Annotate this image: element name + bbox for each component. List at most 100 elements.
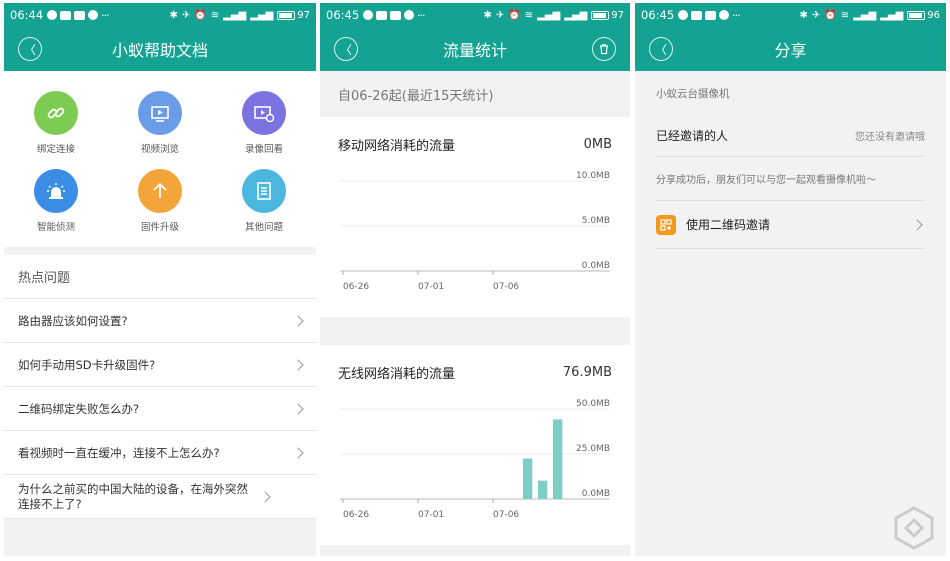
battery-indicator: 97	[591, 10, 624, 21]
x-tick-label: 07-06	[493, 510, 519, 520]
y-tick-label: 10.0MB	[576, 171, 610, 181]
page-title: 小蚁帮助文档	[111, 41, 208, 60]
logo-icon	[894, 506, 934, 550]
image-icon	[390, 10, 402, 20]
alarm-clock-icon: ⏰	[824, 9, 837, 21]
status-bar: 06:45 ··· ✱ ✈ ⏰ ≋ ▂▄▆ ▂▄▆ 96	[635, 3, 946, 27]
battery-icon	[591, 10, 610, 20]
question-item[interactable]: 为什么之前买的中国大陆的设备，在海外突然连接不上了?	[4, 475, 316, 519]
back-button[interactable]: 〈	[18, 37, 42, 61]
section-title: 热点问题	[4, 255, 316, 299]
alarm-icon	[34, 169, 78, 213]
wifi-icon: ≋	[524, 9, 534, 21]
x-tick-label: 07-01	[418, 510, 444, 520]
x-tick-label: 06-26	[343, 282, 369, 292]
chat-icon	[363, 10, 374, 20]
signal-icon: ▂▄▆	[223, 9, 247, 21]
category-upgrade[interactable]: 固件升级	[108, 169, 212, 233]
category-label: 固件升级	[140, 222, 179, 233]
category-alarm[interactable]: 智能侦测	[4, 169, 108, 233]
more-notifications-icon: ···	[732, 8, 740, 22]
question-text: 看视频时一直在缓冲，连接不上怎么办?	[18, 445, 220, 460]
category-label: 录像回看	[244, 144, 283, 155]
upgrade-icon	[138, 169, 182, 213]
qr-invite-button[interactable]: 使用二维码邀请	[656, 201, 925, 249]
message-icon	[691, 10, 703, 20]
back-button[interactable]: 〈	[334, 37, 358, 61]
category-link[interactable]: 绑定连接	[4, 91, 108, 155]
signal-icon: ▂▄▆	[537, 9, 561, 21]
battery-icon	[277, 10, 296, 20]
category-grid: 绑定连接 视频浏览 录像回看智能侦测 固件升级 其他问题	[4, 71, 316, 247]
chevron-left-icon: 〈	[23, 42, 36, 57]
mute-icon: ✈	[811, 9, 821, 21]
category-document[interactable]: 其他问题	[212, 169, 316, 233]
mute-icon: ✈	[181, 9, 191, 21]
app-bar: 〈 流量统计	[320, 27, 630, 71]
chat-icon	[47, 10, 58, 20]
y-tick-label: 5.0MB	[582, 216, 610, 226]
signal-icon: ▂▄▆	[853, 9, 877, 21]
question-item[interactable]: 路由器应该如何设置?	[4, 299, 316, 343]
question-item[interactable]: 如何手动用SD卡升级固件?	[4, 343, 316, 387]
question-text: 路由器应该如何设置?	[18, 313, 128, 328]
app-bar: 〈 分享	[635, 27, 946, 71]
chevron-right-icon	[292, 402, 304, 415]
status-time: 06:45	[641, 8, 675, 22]
battery-indicator: 96	[907, 10, 940, 21]
notification-icon	[404, 10, 415, 20]
status-time: 06:44	[10, 8, 44, 22]
status-bar: 06:45 ··· ✱ ✈ ⏰ ≋ ▂▄▆ ▂▄▆ 97	[320, 3, 630, 27]
signal-icon-2: ▂▄▆	[564, 9, 588, 21]
wifi-icon: ≋	[210, 9, 220, 21]
chevron-right-icon	[292, 314, 304, 327]
y-tick-label: 50.0MB	[576, 399, 610, 409]
page-title: 流量统计	[442, 41, 507, 60]
bar	[523, 458, 533, 499]
status-time: 06:45	[326, 8, 360, 22]
category-playback[interactable]: 录像回看	[212, 91, 316, 155]
mobile-traffic-card: 移动网络消耗的流量 0MB 10.0MB 5.0MB 0.0MB 06-26 07-01…	[320, 117, 630, 317]
chevron-right-icon	[911, 218, 923, 231]
trash-icon	[600, 44, 608, 55]
alarm-clock-icon: ⏰	[508, 9, 521, 21]
x-tick-label: 07-06	[493, 282, 519, 292]
wifi-icon: ≋	[840, 9, 850, 21]
chat-icon	[678, 10, 689, 20]
y-tick-label: 0.0MB	[582, 489, 610, 499]
question-text: 为什么之前买的中国大陆的设备，在海外突然连接不上了?	[18, 481, 248, 511]
playback-icon	[242, 91, 286, 135]
share-hint: 分享成功后，朋友们可以与您一起观看摄像机啦～	[656, 157, 925, 201]
stats-period: 自06-26起(最近15天统计)	[320, 71, 630, 117]
more-notifications-icon: ···	[101, 8, 109, 22]
back-button[interactable]: 〈	[649, 37, 673, 61]
wifi-traffic-chart: 50.0MB 25.0MB 0.0MB 06-26 07-01 07-06	[340, 399, 610, 520]
notification-icon	[719, 10, 730, 20]
delete-button[interactable]	[592, 37, 616, 61]
question-item[interactable]: 看视频时一直在缓冲，连接不上怎么办?	[4, 431, 316, 475]
status-bar: 06:44 ··· ✱ ✈ ⏰ ≋ ▂▄▆ ▂▄▆ 97	[4, 3, 316, 27]
chart-title: 无线网络消耗的流量	[338, 366, 456, 382]
question-text: 二维码绑定失败怎么办?	[18, 401, 140, 416]
alarm-clock-icon: ⏰	[194, 9, 207, 21]
video-icon	[138, 91, 182, 135]
notification-icon	[88, 10, 99, 20]
category-label: 其他问题	[244, 222, 283, 233]
bluetooth-icon: ✱	[169, 9, 178, 21]
chart-total: 76.9MB	[562, 364, 612, 380]
category-label: 智能侦测	[36, 222, 75, 233]
image-icon	[705, 10, 717, 20]
wifi-traffic-card: 无线网络消耗的流量 76.9MB 50.0MB 25.0MB 0.0MB 06-26 0…	[320, 345, 630, 545]
image-icon	[74, 10, 86, 20]
mobile-traffic-chart: 10.0MB 5.0MB 0.0MB 06-26 07-01 07-06	[340, 171, 610, 292]
chevron-left-icon: 〈	[654, 42, 667, 57]
document-icon	[242, 169, 286, 213]
hot-questions: 热点问题 路由器应该如何设置? 如何手动用SD卡升级固件? 二维码绑定失败怎么办? 看…	[4, 255, 316, 519]
category-video[interactable]: 视频浏览	[108, 91, 212, 155]
message-icon	[376, 10, 388, 20]
link-icon	[34, 91, 78, 135]
signal-icon-2: ▂▄▆	[250, 9, 274, 21]
y-tick-label: 0.0MB	[582, 261, 610, 271]
invited-label: 已经邀请的人	[656, 129, 729, 143]
question-item[interactable]: 二维码绑定失败怎么办?	[4, 387, 316, 431]
